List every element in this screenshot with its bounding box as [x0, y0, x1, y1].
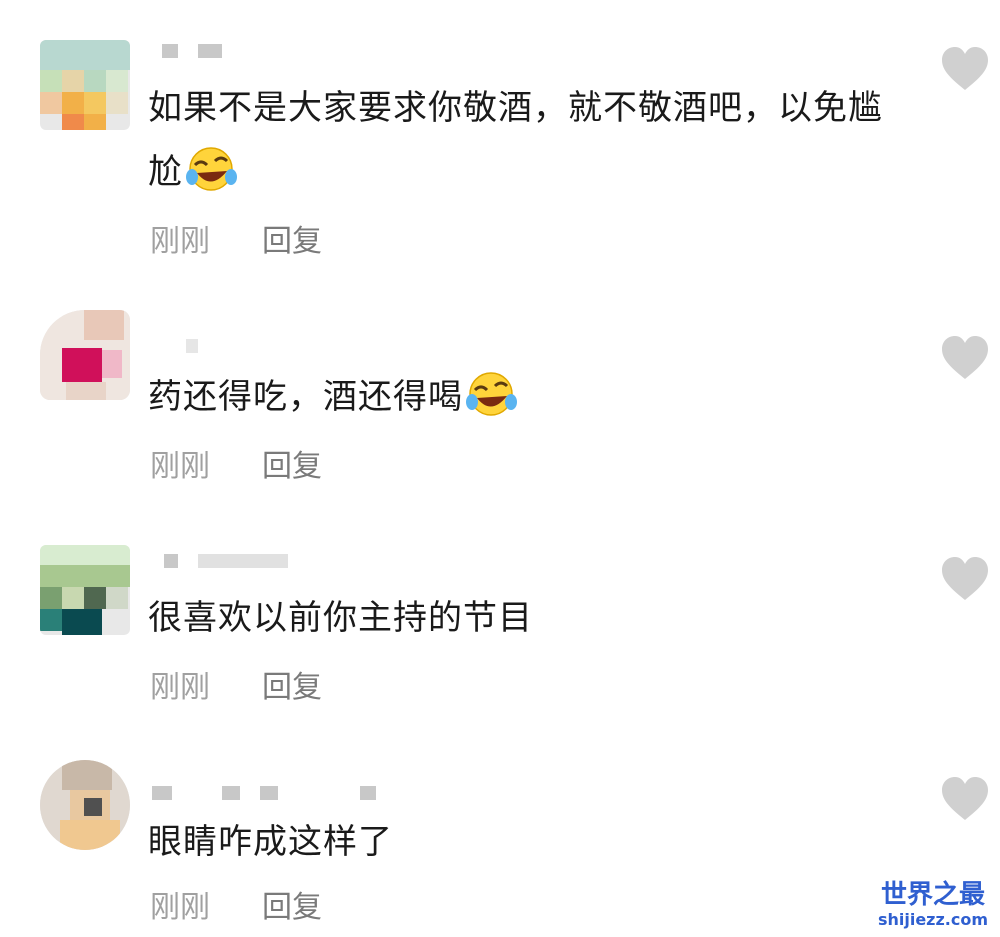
comment-text: 药还得吃，酒还得喝 — [148, 365, 908, 429]
reply-button[interactable]: 回复 — [262, 224, 322, 259]
heart-icon[interactable] — [940, 556, 990, 602]
comment-meta: 刚刚 回复 — [150, 441, 322, 485]
watermark-name: 世界之最 — [880, 880, 985, 910]
comment-text-content: 很喜欢以前你主持的节目 — [148, 598, 533, 638]
comment-text: 如果不是大家要求你敬酒，就不敬酒吧，以免尴尬 — [148, 76, 908, 204]
watermark: 世界之最 shijiezz.com — [870, 880, 996, 930]
comment-text-content: 药还得吃，酒还得喝 — [148, 377, 463, 417]
timestamp: 刚刚 — [150, 890, 210, 925]
timestamp: 刚刚 — [150, 670, 210, 705]
heart-icon[interactable] — [940, 776, 990, 822]
avatar[interactable] — [40, 760, 130, 850]
comment-text-content: 眼睛咋成这样了 — [148, 822, 393, 862]
comment-meta: 刚刚 回复 — [150, 882, 322, 926]
rofl-emoji-icon — [186, 147, 237, 191]
comment-text: 眼睛咋成这样了 — [148, 810, 908, 874]
heart-icon[interactable] — [940, 46, 990, 92]
comment-meta: 刚刚 回复 — [150, 662, 322, 706]
watermark-url: shijiezz.com — [877, 910, 989, 929]
comment-meta: 刚刚 回复 — [150, 216, 322, 260]
avatar[interactable] — [40, 40, 130, 130]
timestamp: 刚刚 — [150, 449, 210, 484]
heart-icon[interactable] — [940, 335, 990, 381]
reply-button[interactable]: 回复 — [262, 890, 322, 925]
avatar[interactable] — [40, 545, 130, 635]
avatar[interactable] — [40, 310, 130, 400]
comment-text-content: 如果不是大家要求你敬酒，就不敬酒吧，以免尴尬 — [148, 88, 883, 192]
timestamp: 刚刚 — [150, 224, 210, 259]
rofl-emoji-icon — [466, 372, 517, 416]
reply-button[interactable]: 回复 — [262, 449, 322, 484]
reply-button[interactable]: 回复 — [262, 670, 322, 705]
comment-text: 很喜欢以前你主持的节目 — [148, 586, 908, 650]
